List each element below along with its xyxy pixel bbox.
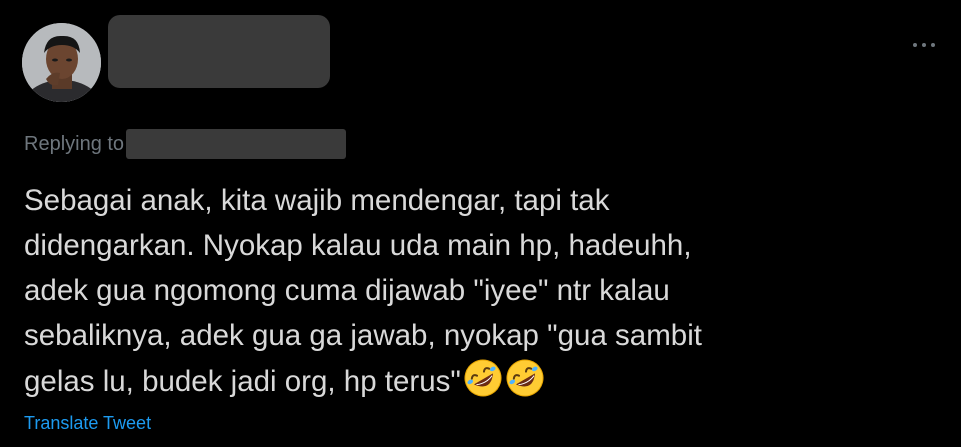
more-dot	[922, 43, 926, 47]
more-options-icon[interactable]	[906, 38, 942, 52]
tweet-text-line: didengarkan. Nyokap kalau uda main hp, h…	[24, 229, 692, 262]
author-name-redacted	[108, 15, 330, 88]
replying-to-label: Replying to	[24, 132, 125, 155]
replying-to: Replying to	[24, 129, 347, 159]
tweet-card[interactable]: Replying to Sebagai anak, kita wajib men…	[0, 0, 961, 447]
translate-tweet-link[interactable]: Translate Tweet	[24, 413, 151, 434]
tweet-text-line: gelas lu, budek jadi org, hp terus"	[24, 365, 461, 398]
more-dot	[931, 43, 935, 47]
more-dot	[913, 43, 917, 47]
replying-to-handle-redacted[interactable]	[126, 129, 347, 159]
rolling-on-floor-laughing-emoji-icon	[506, 359, 544, 397]
rolling-on-floor-laughing-emoji-icon	[464, 359, 502, 397]
tweet-text: Sebagai anak, kita wajib mendengar, tapi…	[24, 178, 924, 404]
user-avatar-photo-icon	[22, 23, 101, 102]
tweet-text-line: sebaliknya, adek gua ga jawab, nyokap "g…	[24, 319, 702, 352]
tweet-text-line: adek gua ngomong cuma dijawab "iyee" ntr…	[24, 274, 670, 307]
tweet-text-line: Sebagai anak, kita wajib mendengar, tapi…	[24, 184, 610, 217]
author-avatar[interactable]	[22, 23, 101, 102]
